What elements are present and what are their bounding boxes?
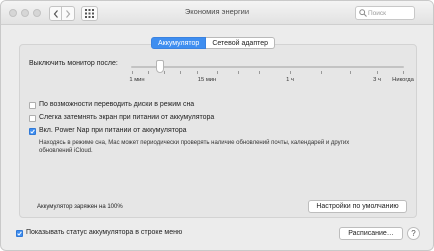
checkmark-icon [17,231,22,236]
monitor-off-label: Выключить монитор после: [29,60,118,67]
search-placeholder: Поиск [368,9,387,17]
schedule-button[interactable]: Расписание… [339,227,403,240]
tick-label-never: Никогда [392,77,414,83]
restore-defaults-button[interactable]: Настройки по умолчанию [308,200,407,213]
tab-power-adapter[interactable]: Сетевой адаптер [206,37,276,49]
checkmark-icon [30,129,35,134]
monitor-off-slider-track[interactable] [131,66,404,68]
slider-tick [197,71,198,74]
search-icon [359,9,367,17]
slider-tick [403,71,404,74]
slider-tick [350,71,351,74]
dim-display-checkbox[interactable] [29,115,36,122]
slider-tick [164,71,165,74]
slider-tick [290,71,291,74]
slider-tick [238,71,239,74]
tab-bar: Аккумулятор Сетевой адаптер [151,37,276,49]
system-preferences-window: Экономия энергии Поиск Аккумулятор Сетев… [0,0,434,251]
tick-label-15-min: 15 мин [197,77,217,83]
slider-tick [217,71,218,74]
slider-tick [321,71,322,74]
slider-tick [377,71,378,74]
slider-tick [132,71,133,74]
monitor-off-slider-knob[interactable] [156,60,164,73]
slider-tick [180,71,181,74]
dim-display-label: Слегка затемнять экран при питании от ак… [39,114,215,121]
tab-battery[interactable]: Аккумулятор [151,37,207,49]
tick-label-1-h: 1 ч [286,77,294,83]
disk-sleep-label: По возможности переводить диски в режим … [39,101,195,108]
search-field[interactable]: Поиск [355,6,415,20]
question-mark-icon: ? [411,229,416,238]
power-nap-checkbox[interactable] [29,128,36,135]
tick-label-1-min: 1 мин [129,77,145,83]
slider-tick [259,71,260,74]
disk-sleep-checkbox[interactable] [29,102,36,109]
show-battery-status-label: Показывать статус аккумулятора в строке … [26,229,183,236]
battery-status-text: Аккумулятор заряжен на 100% [37,204,123,210]
tick-label-3-h: 3 ч [373,77,381,83]
power-nap-description: Находясь в режиме сна, Mac может периоди… [39,140,350,154]
slider-tick [148,71,149,74]
title-bar: Экономия энергии Поиск [1,1,433,25]
show-battery-status-checkbox[interactable] [16,230,23,237]
help-button[interactable]: ? [407,227,420,240]
power-nap-label: Вкл. Power Nap при питании от аккумулято… [39,127,187,134]
